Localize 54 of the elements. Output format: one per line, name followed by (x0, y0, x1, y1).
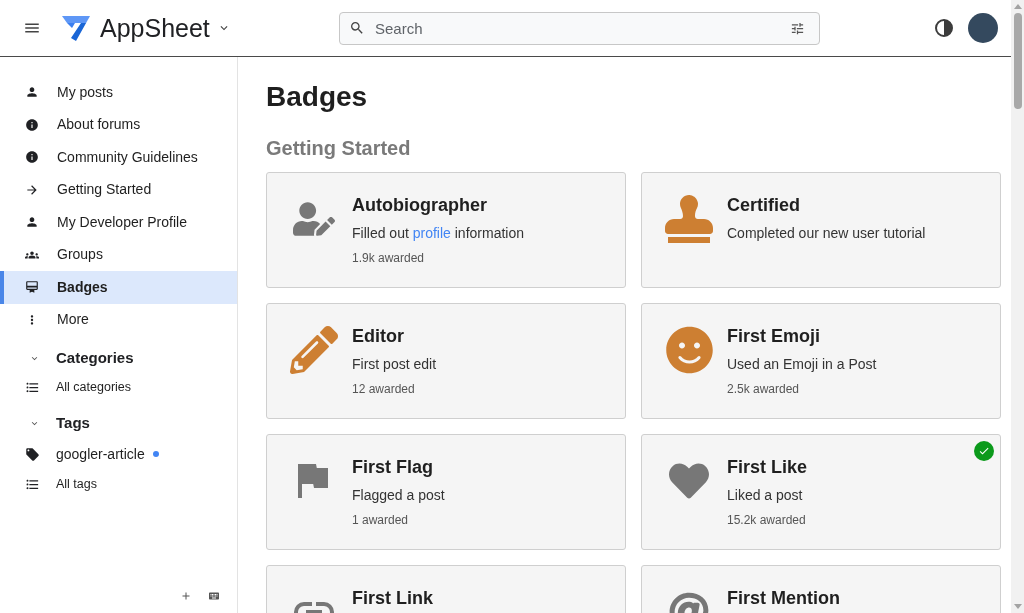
badge-title: Autobiographer (352, 194, 488, 217)
badge-description: Liked a post (727, 486, 804, 505)
badge-description: Completed our new user tutorial (727, 224, 926, 243)
search-icon (349, 19, 365, 36)
keyboard-icon (208, 590, 220, 602)
badge-title: First Mention (727, 587, 840, 610)
awarded-count: 1 awarded (352, 512, 410, 528)
info-icon (25, 150, 39, 165)
sidebar-link[interactable]: googler-article (0, 439, 237, 469)
tag-icon (25, 446, 40, 462)
awarded-count: 12 awarded (352, 381, 416, 397)
section-header[interactable]: Categories (0, 344, 237, 372)
sidebar-link[interactable]: All categories (0, 372, 237, 402)
awarded-count: 2.5k awarded (727, 381, 801, 397)
sidebar-link[interactable]: All tags (0, 469, 237, 499)
badge-title: First Like (727, 456, 808, 479)
badge-card[interactable]: Editor First post edit 12 awarded (266, 303, 626, 419)
plus-icon (180, 590, 192, 602)
scrollbar-thumb[interactable] (1013, 13, 1022, 109)
keyboard-shortcuts-button[interactable] (208, 590, 220, 602)
badge-card[interactable]: First Mention (641, 565, 1001, 613)
awarded-count: 15.2k awarded (727, 512, 807, 528)
section-heading: Getting Started (266, 136, 412, 160)
logo-icon (62, 15, 90, 41)
badge-description: Flagged a post (352, 486, 445, 505)
badge-title: First Link (352, 587, 433, 610)
badge-description: Filled out profile information (352, 224, 524, 243)
contrast-icon[interactable] (935, 19, 953, 37)
badge-title: Editor (352, 325, 405, 348)
badge-description: Used an Emoji in a Post (727, 355, 877, 374)
search-field[interactable]: Search (339, 11, 820, 45)
person-icon (25, 215, 39, 230)
page-title: Badges (266, 80, 369, 114)
person-icon (25, 85, 39, 100)
sliders-icon[interactable] (790, 20, 805, 36)
badge-card[interactable]: Autobiographer Filled out profile information 1.9k awarded (266, 172, 626, 288)
section-header[interactable]: Tags (0, 409, 237, 437)
badge-card[interactable]: First Like Liked a post 15.2k awarded (641, 434, 1001, 550)
certificate-icon (25, 280, 39, 295)
site-title[interactable]: AppSheet (100, 13, 210, 43)
badge-card[interactable]: First Link (266, 565, 626, 613)
badge-card[interactable]: Certified Completed our new user tutorial (641, 172, 1001, 288)
badge-description: First post edit (352, 355, 437, 374)
badge-card[interactable]: First Emoji Used an Emoji in a Post 2.5k awarded (641, 303, 1001, 419)
add-button[interactable] (180, 590, 192, 602)
scrollbar[interactable] (1011, 0, 1024, 613)
badge-title: First Emoji (727, 325, 821, 348)
avatar[interactable] (968, 13, 998, 43)
awarded-count: 1.9k awarded (352, 250, 426, 266)
badge-card[interactable]: First Flag Flagged a post 1 awarded (266, 434, 626, 550)
badge-title: Certified (727, 194, 801, 217)
sidebar-item[interactable]: Badges (0, 271, 237, 304)
info-icon (25, 117, 39, 132)
badge-title: First Flag (352, 456, 434, 479)
